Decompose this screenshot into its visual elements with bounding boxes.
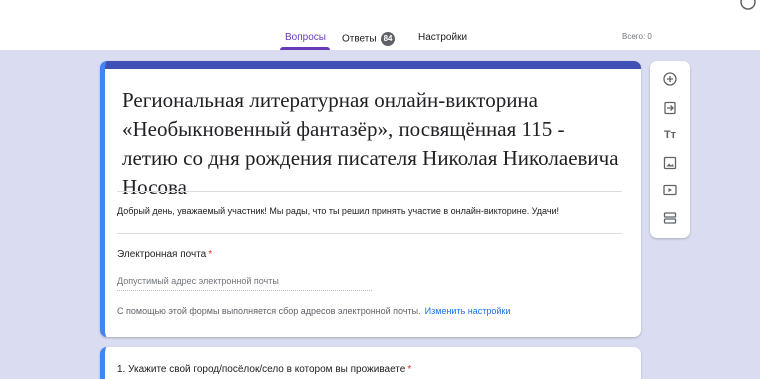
- form-title[interactable]: Региональная литературная онлайн-виктори…: [122, 86, 622, 202]
- add-image-icon[interactable]: [660, 153, 680, 173]
- add-video-icon[interactable]: [660, 180, 680, 200]
- question-title-text: 1. Укажите свой город/посёлок/село в кот…: [117, 364, 406, 375]
- email-collection-note: С помощью этой формы выполняется сбор ад…: [117, 306, 510, 316]
- responses-count-badge: 84: [380, 32, 396, 46]
- email-collection-note-text: С помощью этой формы выполняется сбор ад…: [117, 306, 421, 316]
- required-mark: *: [407, 364, 412, 375]
- email-label-text: Электронная почта: [117, 249, 207, 260]
- add-title-icon[interactable]: Тт: [660, 125, 680, 145]
- required-mark: *: [208, 249, 213, 260]
- top-bar: Вопросы Ответы 84 Настройки Всего: 0: [0, 0, 760, 50]
- divider: [117, 191, 622, 192]
- change-settings-link[interactable]: Изменить настройки: [425, 306, 511, 316]
- form-header-card[interactable]: Региональная литературная онлайн-виктори…: [100, 61, 641, 337]
- palette-icon[interactable]: [738, 0, 758, 12]
- tab-responses[interactable]: Ответы 84: [342, 32, 396, 46]
- tab-settings[interactable]: Настройки: [418, 32, 467, 43]
- email-label: Электронная почта *: [117, 249, 212, 260]
- question-card[interactable]: 1. Укажите свой город/посёлок/село в кот…: [100, 347, 641, 379]
- question-title[interactable]: 1. Укажите свой город/посёлок/село в кот…: [117, 364, 411, 375]
- total-points: Всего: 0: [622, 32, 652, 41]
- side-toolbar: Тт: [650, 61, 690, 238]
- tab-responses-label: Ответы: [342, 33, 377, 45]
- divider: [117, 233, 622, 234]
- tab-questions[interactable]: Вопросы: [285, 32, 326, 43]
- add-section-icon[interactable]: [660, 208, 680, 228]
- import-questions-icon[interactable]: [660, 98, 680, 118]
- email-field[interactable]: [117, 271, 372, 291]
- active-tab-indicator: [280, 47, 330, 50]
- add-question-icon[interactable]: [660, 69, 680, 89]
- form-description[interactable]: Добрый день, уважаемый участник! Мы рады…: [117, 205, 622, 218]
